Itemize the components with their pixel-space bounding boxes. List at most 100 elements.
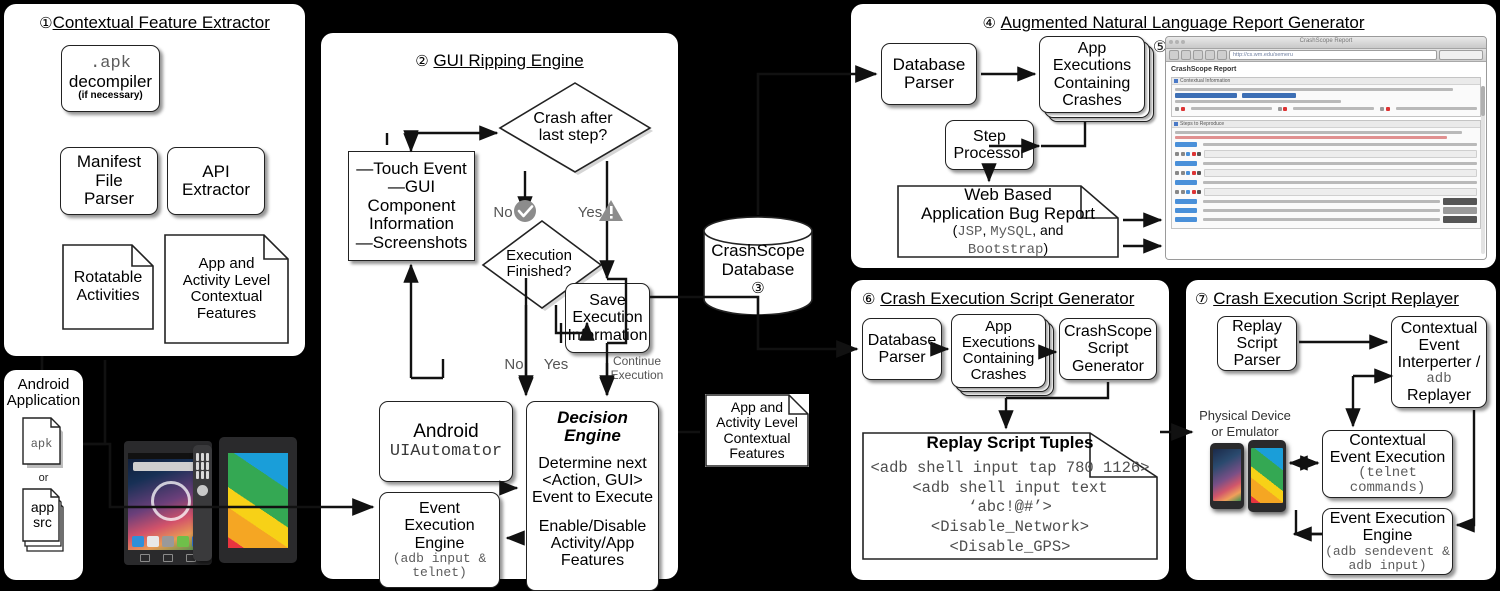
report-jsp: JSP	[957, 223, 983, 240]
p7-ee-line3: (adb sendevent &	[1325, 543, 1450, 559]
p7-ee-line1: Event Execution	[1329, 510, 1446, 528]
panel-2-title: ② GUI Ripping Engine	[321, 51, 678, 71]
manifest-line2: File	[95, 170, 123, 190]
browser-navbar: http://cs.wm.edu/semeru	[1166, 49, 1486, 62]
crash-diamond-line1: Crash after	[533, 109, 613, 127]
p6-dbp-line2: Parser	[878, 349, 926, 366]
p4-exec-line1: App	[1077, 39, 1107, 57]
forward-button[interactable]	[1181, 50, 1191, 60]
text-line	[1203, 209, 1440, 212]
report-line1: Web Based	[964, 184, 1052, 204]
decision-line3: Event to Execute	[532, 489, 653, 507]
continue-line1: Continue	[612, 354, 662, 368]
browser-window-title: CrashScope Report	[1299, 38, 1353, 44]
p7-ee-line4: adb input)	[1348, 557, 1427, 573]
rotatable-line1: Rotatable	[73, 269, 143, 287]
capture-line1: —Touch Event	[356, 159, 467, 179]
mid-doc-line4: Features	[729, 444, 785, 461]
panel-script-generator: ⑥ Crash Execution Script Generator Datab…	[851, 280, 1169, 580]
step-row	[1175, 216, 1477, 223]
vertical-scrollbar[interactable]	[1481, 86, 1485, 254]
event-execution-engine-box-p7: Event Execution Engine (adb sendevent & …	[1322, 508, 1453, 575]
apk-file-doc: apk	[22, 417, 64, 469]
add-tab-button[interactable]	[1217, 50, 1227, 60]
android-uiautomator-box: Android UIAutomator	[379, 401, 513, 482]
interp-line5: Replayer	[1406, 386, 1472, 404]
apk-decompiler-line1: .apk	[90, 53, 131, 73]
decision-line1: Determine next	[538, 454, 647, 472]
screenshot-thumb[interactable]	[1443, 216, 1477, 223]
step-icons[interactable]	[1175, 190, 1201, 194]
panel-1-title-text: Contextual Feature Extractor	[52, 13, 270, 32]
panel-7-number: ⑦	[1195, 291, 1209, 308]
rotatable-doc-text: Rotatable Activities	[70, 267, 147, 306]
panel-script-replayer: ⑦ Crash Execution Script Replayer Replay…	[1186, 280, 1496, 580]
step-badge[interactable]	[1175, 208, 1197, 213]
p6-dbp-line1: Database	[867, 331, 937, 349]
features-line2: Activity Level	[182, 271, 271, 289]
section-toggle-icon[interactable]	[1174, 122, 1178, 126]
tuple-line-3: <Disable_Network>	[930, 518, 1090, 537]
android-application-title: Android Application	[4, 376, 83, 409]
crash-diamond-label: Crash after last step?	[490, 76, 656, 178]
phone-device-image	[1210, 443, 1244, 509]
search-field[interactable]	[1439, 50, 1483, 60]
reload-button[interactable]	[1193, 50, 1203, 60]
interp-line1: Contextual	[1400, 319, 1478, 337]
text-line	[1190, 107, 1272, 110]
step-icons[interactable]	[1175, 171, 1201, 175]
p2-ee-line3: Engine	[414, 534, 465, 552]
app-title-line1: Android	[17, 376, 70, 393]
database-parser-box-p6: Database Parser	[862, 318, 942, 380]
section-toggle-icon[interactable]	[1174, 79, 1178, 83]
step-badge[interactable]	[1175, 161, 1197, 166]
step-badge[interactable]	[1175, 142, 1197, 147]
browser-titlebar: CrashScope Report	[1166, 37, 1486, 49]
badge[interactable]	[1175, 93, 1237, 98]
p4-dbp-line2: Parser	[903, 73, 955, 92]
text-line	[1203, 200, 1440, 203]
step-badge[interactable]	[1175, 199, 1197, 204]
features-line4: Features	[196, 304, 257, 322]
mid-doc-line2: Activity Level	[716, 414, 798, 431]
emulator-dpad[interactable]	[197, 485, 208, 496]
app-executions-stack-p6: App Executions Containing Crashes	[951, 314, 1055, 396]
p7-ee-line2: Engine	[1362, 527, 1413, 545]
database-parser-box-p4: Database Parser	[881, 43, 977, 105]
step-field	[1204, 150, 1477, 158]
step-badge[interactable]	[1175, 217, 1197, 222]
continue-line2: Execution	[610, 367, 664, 382]
address-bar[interactable]: http://cs.wm.edu/semeru	[1229, 50, 1437, 60]
apk-decompiler-line2: decompiler	[68, 72, 153, 92]
rotatable-line2: Activities	[76, 287, 140, 304]
tablet-screen	[1251, 448, 1283, 503]
nav-bar-buttons[interactable]	[134, 553, 202, 562]
home-button[interactable]	[1205, 50, 1215, 60]
step-row	[1175, 169, 1477, 177]
apk-label: apk	[30, 437, 53, 452]
rsp-line2: Script	[1236, 334, 1278, 352]
contextual-features-doc-middle: App and Activity Level Contextual Featur…	[705, 394, 809, 467]
report-bootstrap: Bootstrap	[967, 241, 1044, 258]
p4-exec-line4: Crashes	[1062, 91, 1122, 109]
back-button[interactable]	[1169, 50, 1179, 60]
screenshot-thumb[interactable]	[1443, 198, 1477, 205]
screenshot-thumb[interactable]	[1443, 207, 1477, 214]
report-line2: Application Bug Report	[921, 203, 1095, 223]
panel-1-number: ①	[39, 15, 53, 32]
step-badge[interactable]	[1175, 180, 1197, 185]
decision-line6: Features	[560, 552, 625, 570]
label-no-exec: No	[504, 356, 524, 373]
mid-doc-line3: Contextual	[723, 429, 791, 446]
panel-7-title: ⑦ Crash Execution Script Replayer	[1195, 289, 1496, 309]
emulator-keypad[interactable]	[196, 453, 209, 479]
crashscope-script-generator-box: CrashScope Script Generator	[1059, 318, 1157, 380]
scriptgen-line3: Generator	[1071, 357, 1145, 375]
badge[interactable]	[1242, 93, 1296, 98]
step-line2: Processor	[953, 145, 1026, 162]
step-icons[interactable]	[1175, 152, 1201, 156]
crashscope-report-browser[interactable]: CrashScope Report http://cs.wm.edu/semer…	[1165, 36, 1487, 260]
step-field	[1204, 188, 1477, 196]
text-line	[1203, 218, 1440, 221]
features-line1: App and	[198, 255, 255, 272]
